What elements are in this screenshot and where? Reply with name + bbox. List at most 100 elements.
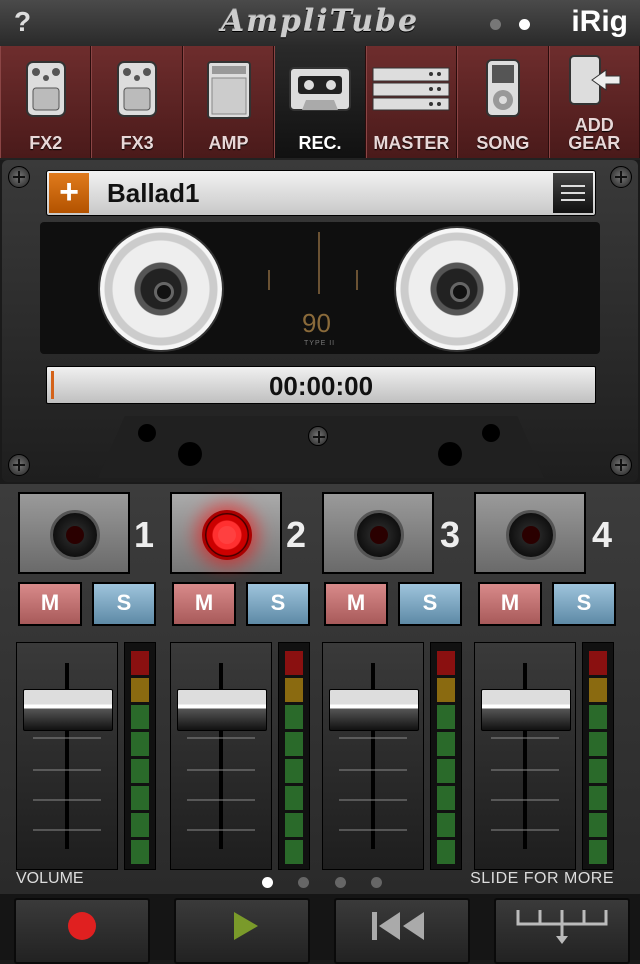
time-display[interactable]: 00:00:00 bbox=[46, 366, 596, 404]
screw-icon bbox=[8, 166, 30, 188]
tab-amp[interactable]: AMP bbox=[182, 46, 275, 158]
tab-master[interactable]: MASTER bbox=[365, 46, 458, 158]
track-1-arm[interactable] bbox=[18, 492, 130, 574]
record-arm-button[interactable] bbox=[202, 510, 252, 560]
rack-icon bbox=[372, 67, 450, 111]
meter-segment bbox=[285, 813, 303, 837]
level-meter bbox=[124, 642, 156, 870]
solo-button[interactable]: S bbox=[92, 582, 156, 626]
tab-song[interactable]: SONG bbox=[457, 46, 549, 158]
transport-bar bbox=[0, 894, 640, 964]
menu-icon bbox=[561, 199, 585, 201]
meter-segment bbox=[589, 678, 607, 702]
guide-hole bbox=[438, 442, 462, 466]
screw-icon bbox=[308, 426, 328, 446]
track-number: 2 bbox=[286, 514, 307, 555]
volume-fader[interactable] bbox=[322, 642, 424, 870]
mute-button[interactable]: M bbox=[324, 582, 388, 626]
tape-type: TYPE II bbox=[304, 340, 336, 347]
volume-fader[interactable] bbox=[474, 642, 576, 870]
page-dot bbox=[490, 19, 501, 30]
record-arm-button[interactable] bbox=[354, 510, 404, 560]
volume-fader[interactable] bbox=[170, 642, 272, 870]
mute-button[interactable]: M bbox=[478, 582, 542, 626]
tape-marker bbox=[318, 232, 320, 294]
page-dot-active bbox=[262, 877, 273, 888]
meter-segment bbox=[589, 813, 607, 837]
track-4-arm[interactable] bbox=[474, 492, 586, 574]
record-button[interactable] bbox=[14, 898, 150, 964]
mute-button[interactable]: M bbox=[172, 582, 236, 626]
nav-tabs: FX2 FX3 AMP REC. MASTER SONG ADD GEAR bbox=[0, 46, 640, 160]
tab-add-gear[interactable]: ADD GEAR bbox=[548, 46, 640, 158]
meter-segment bbox=[131, 651, 149, 675]
play-button[interactable] bbox=[174, 898, 310, 964]
tab-fx2[interactable]: FX2 bbox=[0, 46, 92, 158]
bounce-button[interactable] bbox=[494, 898, 630, 964]
add-song-button[interactable]: + bbox=[49, 173, 89, 213]
rewind-icon bbox=[372, 912, 424, 940]
meter-segment bbox=[437, 786, 455, 810]
track-2-arm[interactable] bbox=[170, 492, 282, 574]
rewind-button[interactable] bbox=[334, 898, 470, 964]
app-logo: AmpliTube bbox=[220, 4, 420, 39]
help-button[interactable]: ? bbox=[14, 6, 31, 38]
fader-knob[interactable] bbox=[23, 689, 113, 731]
solo-button[interactable]: S bbox=[552, 582, 616, 626]
track-number: 1 bbox=[134, 514, 155, 555]
cassette-icon bbox=[288, 67, 351, 111]
meter-segment bbox=[131, 705, 149, 729]
meter-segment bbox=[285, 732, 303, 756]
fader-tick bbox=[491, 799, 559, 801]
level-meter bbox=[278, 642, 310, 870]
tab-label: MASTER bbox=[373, 133, 450, 153]
meter-segment bbox=[285, 678, 303, 702]
guide-hole bbox=[178, 442, 202, 466]
screw-icon bbox=[610, 454, 632, 476]
right-reel bbox=[396, 228, 518, 350]
level-meter bbox=[582, 642, 614, 870]
meter-segment bbox=[285, 840, 303, 864]
tab-fx3[interactable]: FX3 bbox=[91, 46, 183, 158]
fader-tick bbox=[33, 799, 101, 801]
song-name: Ballad1 bbox=[107, 178, 200, 208]
fader-tick bbox=[491, 769, 559, 771]
menu-icon bbox=[561, 185, 585, 187]
page-indicator bbox=[490, 17, 544, 35]
amp-icon bbox=[206, 61, 251, 119]
record-arm-button[interactable] bbox=[50, 510, 100, 560]
tab-label: REC. bbox=[298, 133, 342, 153]
track-mixer: 1 M S 2 M S 3 M S 4 M S VOLUME SLIDE FOR… bbox=[0, 484, 640, 894]
cassette-window: 90 TYPE II bbox=[40, 222, 600, 354]
guide-hole bbox=[482, 424, 500, 442]
solo-button[interactable]: S bbox=[246, 582, 310, 626]
mute-button[interactable]: M bbox=[18, 582, 82, 626]
song-selector[interactable]: + Ballad1 bbox=[46, 170, 596, 216]
tab-rec[interactable]: REC. bbox=[274, 46, 366, 158]
volume-fader[interactable] bbox=[16, 642, 118, 870]
page-dot bbox=[334, 877, 346, 888]
mixer-page-indicator[interactable] bbox=[262, 875, 403, 893]
device-label: iRig bbox=[571, 5, 628, 38]
bounce-icon bbox=[516, 910, 608, 944]
meter-segment bbox=[285, 759, 303, 783]
tab-label: AMP bbox=[208, 133, 249, 153]
meter-segment bbox=[589, 651, 607, 675]
tape-label: 90 bbox=[302, 308, 331, 338]
fader-tick bbox=[491, 829, 559, 831]
fader-tick bbox=[339, 769, 407, 771]
solo-button[interactable]: S bbox=[398, 582, 462, 626]
song-menu-button[interactable] bbox=[553, 173, 593, 213]
track-3-arm[interactable] bbox=[322, 492, 434, 574]
fader-knob[interactable] bbox=[481, 689, 571, 731]
tab-label: FX2 bbox=[29, 133, 63, 153]
fader-knob[interactable] bbox=[177, 689, 267, 731]
meter-segment bbox=[589, 786, 607, 810]
fader-tick bbox=[339, 737, 407, 739]
meter-segment bbox=[437, 678, 455, 702]
meter-segment bbox=[285, 786, 303, 810]
track-number: 4 bbox=[592, 514, 613, 555]
fader-knob[interactable] bbox=[329, 689, 419, 731]
fader-tick bbox=[187, 799, 255, 801]
record-arm-button[interactable] bbox=[506, 510, 556, 560]
